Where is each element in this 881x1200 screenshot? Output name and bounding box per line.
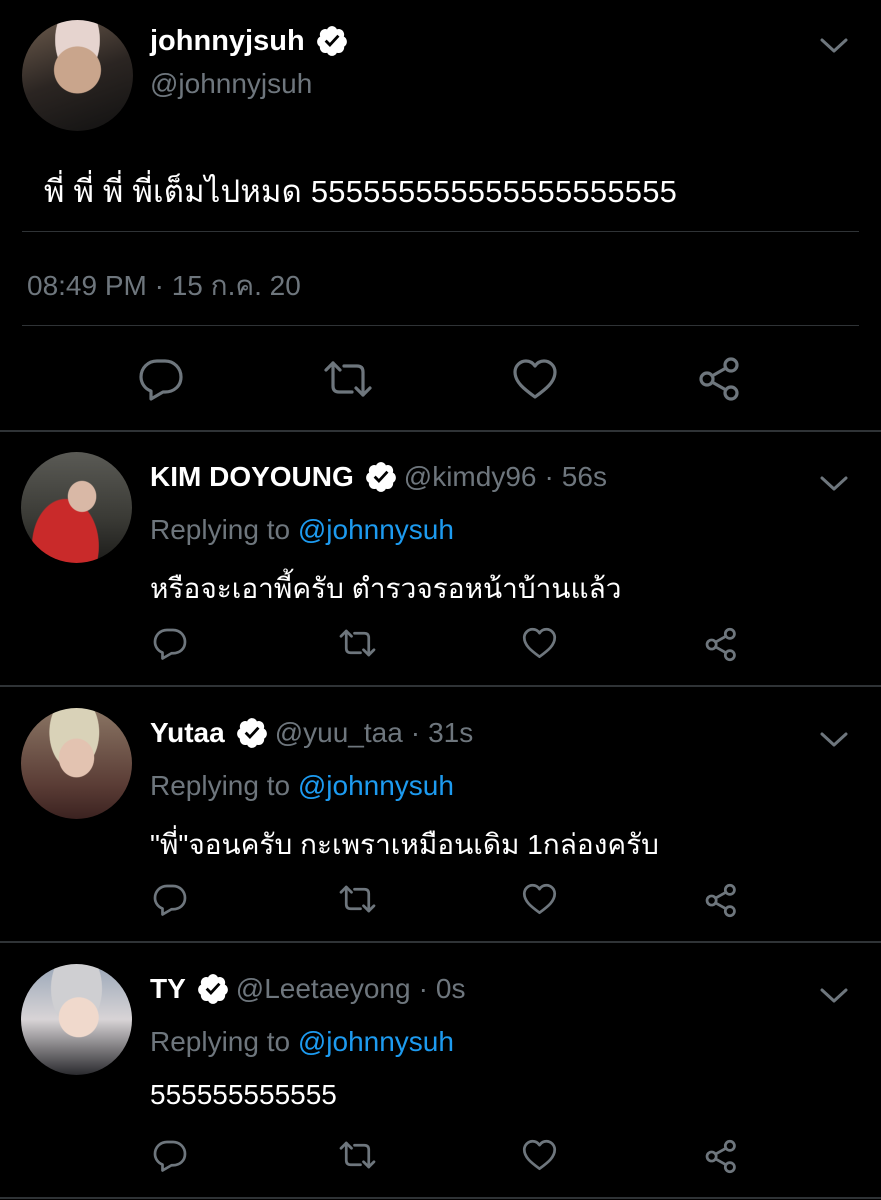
retweet-icon[interactable] <box>338 627 377 659</box>
author-handle[interactable]: @yuu_taa <box>275 717 403 749</box>
mention-link[interactable]: @johnnysuh <box>298 514 454 545</box>
chevron-down-icon[interactable] <box>819 986 849 1006</box>
reply-icon[interactable] <box>152 1139 188 1172</box>
reply-text: "พี่"จอนครับ กะเพราเหมือนเดิม 1กล่องครับ <box>150 829 659 860</box>
reply-time[interactable]: 56s <box>562 461 607 493</box>
chevron-down-icon[interactable] <box>819 474 849 494</box>
share-icon[interactable] <box>704 627 739 662</box>
verified-badge-icon <box>364 460 398 494</box>
divider <box>22 325 859 326</box>
separator-dot: · <box>418 973 428 1004</box>
replying-to: Replying to @johnnysuh <box>150 514 454 546</box>
avatar[interactable] <box>21 964 132 1075</box>
reply-tweet[interactable]: TY @Leetaeyong · 0s Replying to @johnnys… <box>0 944 881 1199</box>
author-handle[interactable]: @johnnyjsuh <box>150 68 312 100</box>
tweet-timestamp[interactable]: 08:49 PM · 15 ก.ค. 20 <box>27 264 301 308</box>
reply-icon[interactable] <box>137 357 185 401</box>
like-icon[interactable] <box>522 1139 557 1171</box>
reply-header: Yutaa @yuu_taa · 31s <box>150 716 473 750</box>
like-icon[interactable] <box>512 358 558 400</box>
verified-badge-icon <box>315 24 349 58</box>
mention-link[interactable]: @johnnysuh <box>298 770 454 801</box>
share-icon[interactable] <box>697 356 743 402</box>
retweet-icon[interactable] <box>322 358 374 400</box>
separator-dot: · <box>544 461 554 492</box>
share-icon[interactable] <box>704 1139 739 1174</box>
reply-header: KIM DOYOUNG @kimdy96 · 56s <box>150 460 607 494</box>
reply-header: TY @Leetaeyong · 0s <box>150 972 465 1006</box>
reply-icon[interactable] <box>152 883 188 916</box>
verified-badge-icon <box>196 972 230 1006</box>
reply-text: หรือจะเอาพี้ครับ ตำรวจรอหน้าบ้านแล้ว <box>150 573 622 604</box>
retweet-icon[interactable] <box>338 1139 377 1171</box>
reply-tweet[interactable]: KIM DOYOUNG @kimdy96 · 56s Replying to @… <box>0 432 881 687</box>
mention-link[interactable]: @johnnysuh <box>298 1026 454 1057</box>
author-handle[interactable]: @Leetaeyong <box>236 973 411 1005</box>
reply-text: 555555555555 <box>150 1079 337 1110</box>
reply-time[interactable]: 0s <box>436 973 466 1005</box>
replying-to: Replying to @johnnysuh <box>150 1026 454 1058</box>
tweet-separator <box>0 941 881 943</box>
tweet-text: พี่ พี่ พี่ พี่เต็มไปหมด 555555555555555… <box>44 174 678 209</box>
like-icon[interactable] <box>522 627 557 659</box>
author-handle[interactable]: @kimdy96 <box>404 461 537 493</box>
divider <box>22 231 859 232</box>
display-name[interactable]: KIM DOYOUNG <box>150 461 354 493</box>
avatar[interactable] <box>21 708 132 819</box>
tweet-separator <box>0 1197 881 1199</box>
share-icon[interactable] <box>704 883 739 918</box>
avatar[interactable] <box>21 452 132 563</box>
chevron-down-icon[interactable] <box>819 730 849 750</box>
verified-badge-icon <box>235 716 269 750</box>
replying-prefix: Replying to <box>150 514 291 545</box>
replying-prefix: Replying to <box>150 770 291 801</box>
avatar[interactable] <box>22 20 133 131</box>
display-name[interactable]: johnnyjsuh <box>150 25 305 58</box>
reply-icon[interactable] <box>152 627 188 660</box>
tweet-separator <box>0 685 881 687</box>
main-tweet: johnnyjsuh @johnnyjsuh พี่ พี่ พี่ พี่เต… <box>0 0 881 432</box>
like-icon[interactable] <box>522 883 557 915</box>
replying-to: Replying to @johnnysuh <box>150 770 454 802</box>
chevron-down-icon[interactable] <box>819 36 849 56</box>
replying-prefix: Replying to <box>150 1026 291 1057</box>
reply-tweet[interactable]: Yutaa @yuu_taa · 31s Replying to @johnny… <box>0 688 881 943</box>
reply-time[interactable]: 31s <box>428 717 473 749</box>
display-name[interactable]: Yutaa <box>150 717 225 749</box>
author-name[interactable]: johnnyjsuh <box>150 24 349 58</box>
retweet-icon[interactable] <box>338 883 377 915</box>
separator-dot: · <box>410 717 421 748</box>
display-name[interactable]: TY <box>150 973 186 1005</box>
